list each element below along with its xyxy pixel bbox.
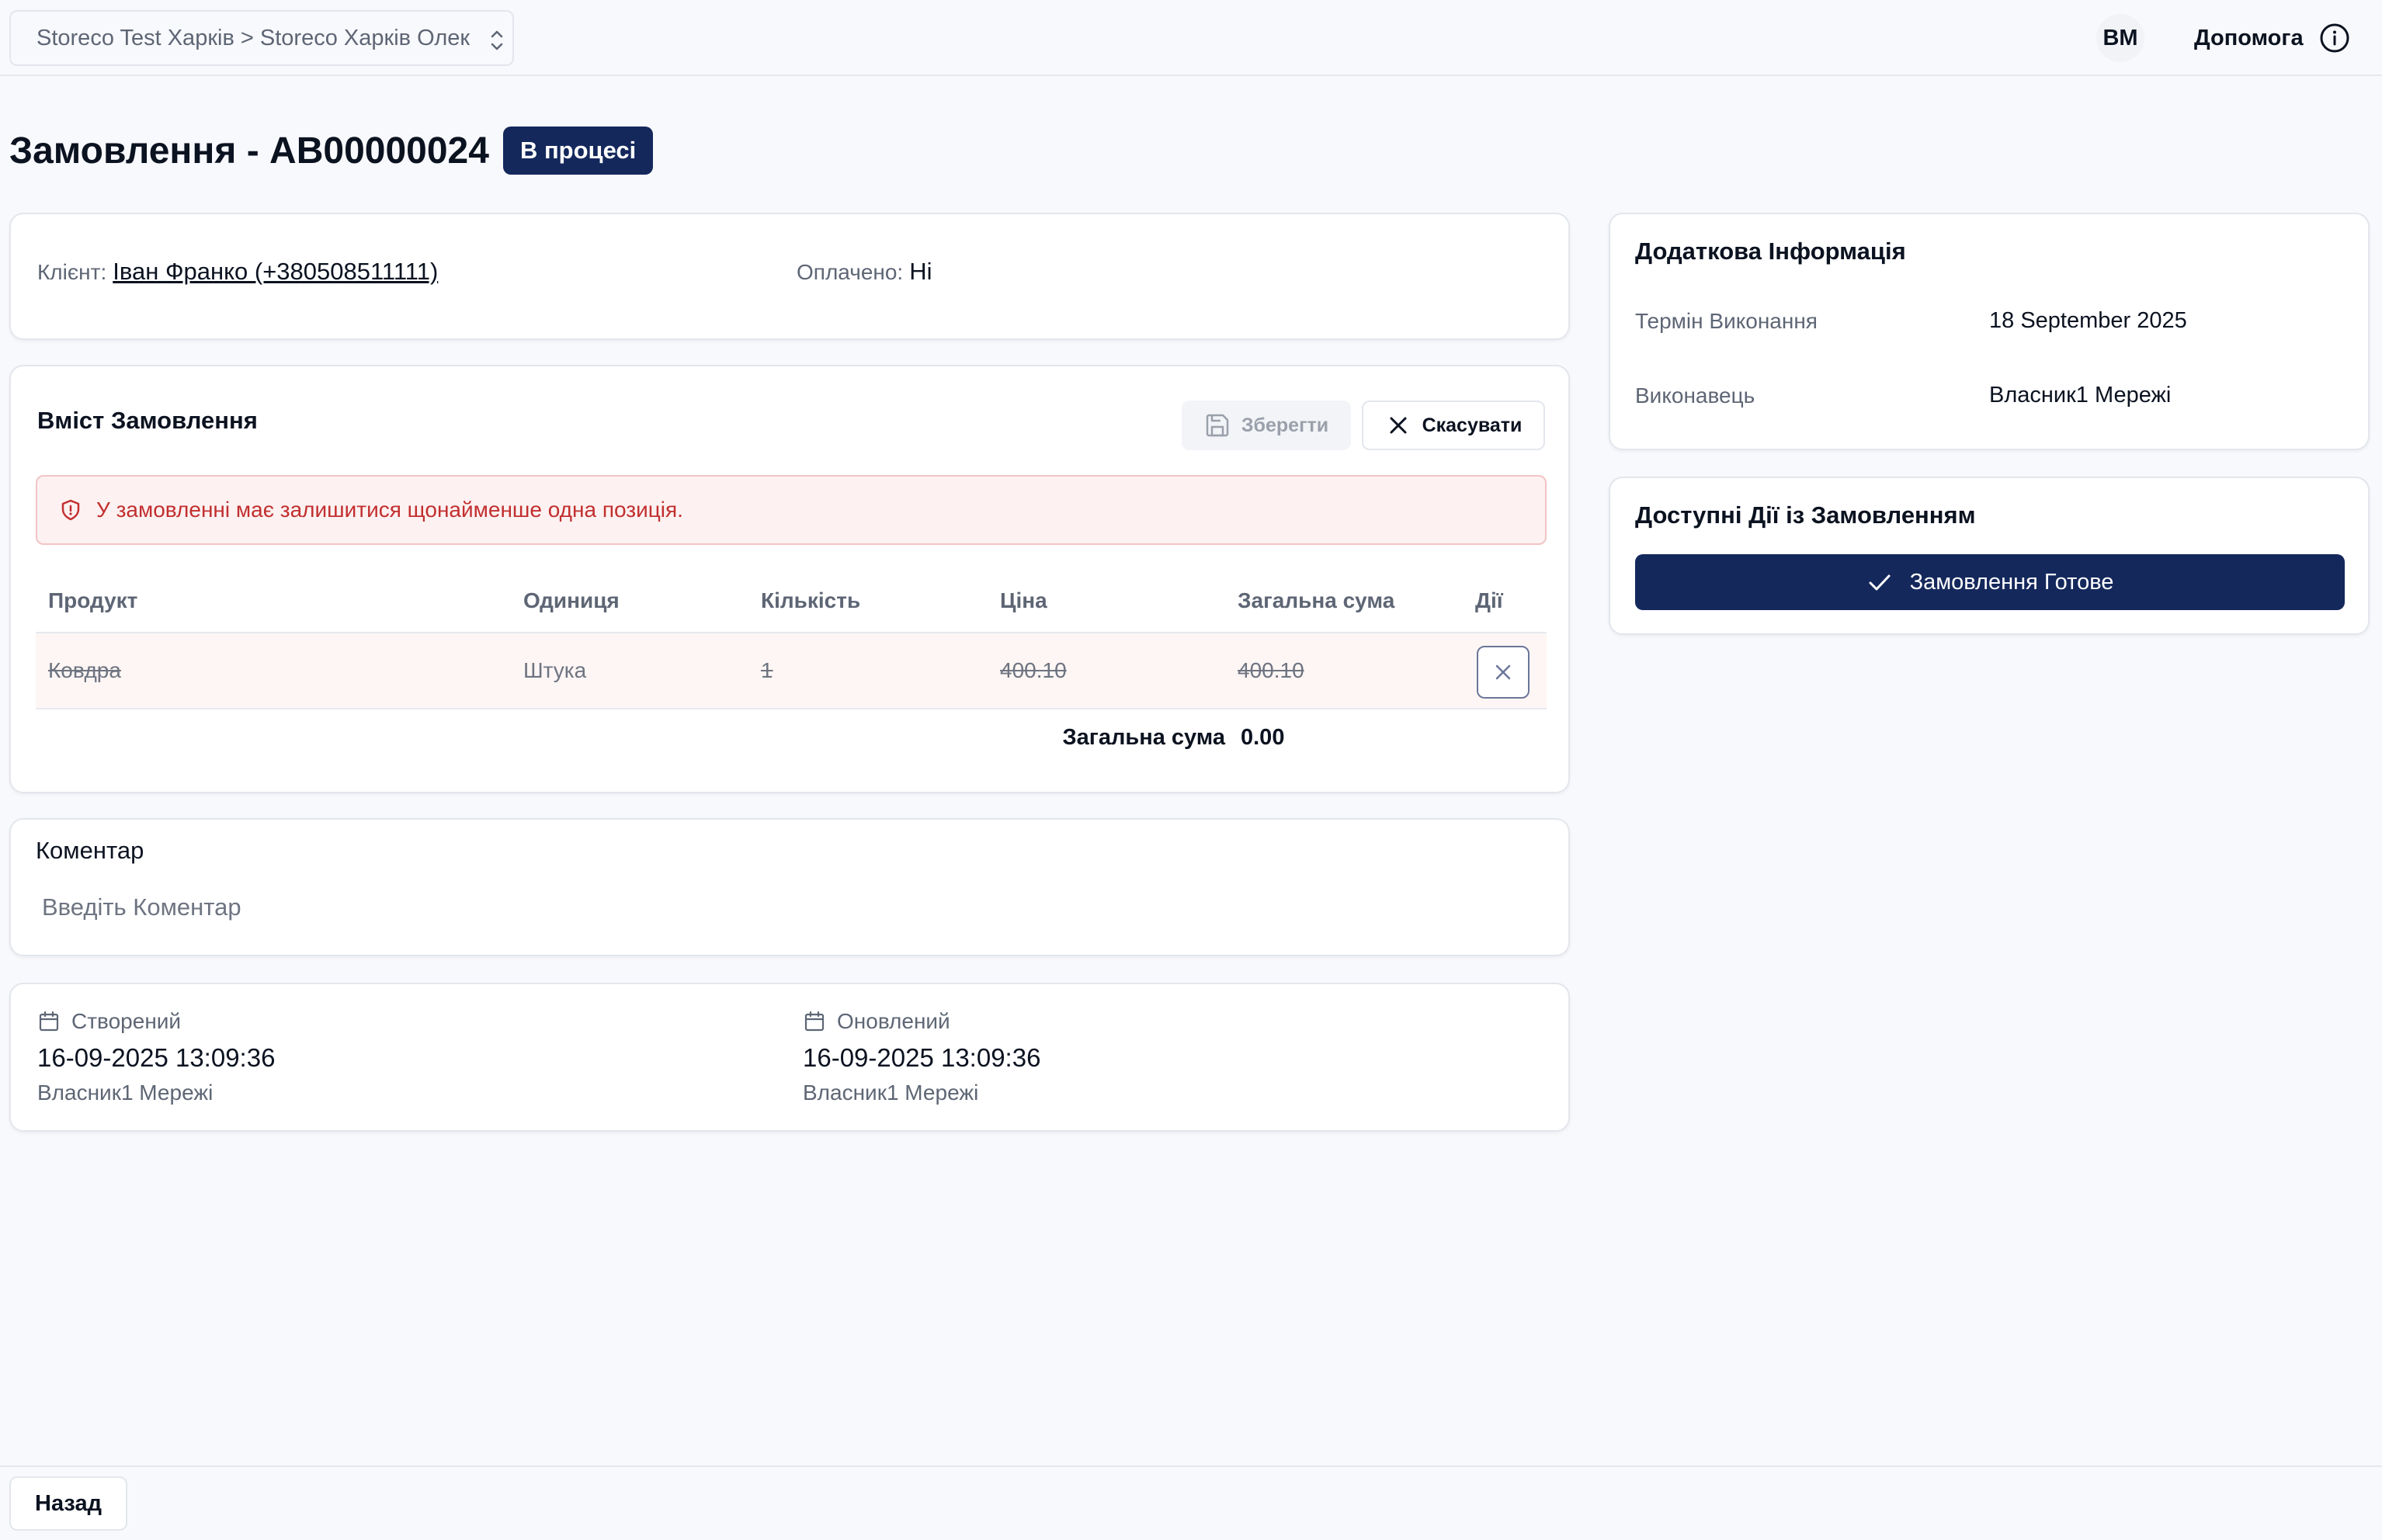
paid-label: Оплачено: xyxy=(797,260,904,284)
status-badge: В процесі xyxy=(502,127,654,175)
cancel-label: Скасувати xyxy=(1422,414,1523,436)
row-product: Ковдра xyxy=(48,658,121,682)
column-header-price: Ціна xyxy=(1000,588,1047,612)
order-content-card: Вміст Замовлення Зберегти Скасувати У за… xyxy=(9,365,1570,793)
info-icon xyxy=(2320,23,2349,53)
deadline-label: Термін Виконання xyxy=(1635,309,1818,333)
shield-alert-icon xyxy=(61,499,80,521)
order-ready-label: Замовлення Готове xyxy=(1909,569,2114,595)
column-header-unit: Одиниця xyxy=(523,588,620,612)
footer-divider xyxy=(0,1465,2382,1467)
order-total-label: Загальна сума xyxy=(1062,725,1225,750)
order-total-value: 0.00 xyxy=(1241,725,1285,750)
close-icon xyxy=(1390,417,1407,434)
save-label: Зберегти xyxy=(1241,414,1329,436)
created-by: Власник1 Мережі xyxy=(37,1080,214,1105)
top-bar: Storeco Test Харків > Storeco Харків Оле… xyxy=(0,0,2382,76)
dates-card: Створений 16-09-2025 13:09:36 Власник1 М… xyxy=(9,983,1570,1132)
help-label: Допомога xyxy=(2194,25,2304,50)
close-icon xyxy=(1495,664,1511,680)
updated-label: Оновлений xyxy=(837,1009,950,1033)
user-avatar[interactable]: ВМ xyxy=(2096,14,2144,62)
calendar-icon xyxy=(804,1011,825,1032)
row-price: 400.10 xyxy=(1000,658,1067,682)
updated-value: 16-09-2025 13:09:36 xyxy=(803,1043,1041,1072)
column-header-quantity: Кількість xyxy=(761,588,861,612)
alert-text: У замовленні має залишитися щонайменше о… xyxy=(96,498,683,522)
order-actions-card: Доступні Дії із Замовленням Замовлення Г… xyxy=(1609,477,2370,635)
row-quantity: 1 xyxy=(761,658,773,682)
column-header-total: Загальна сума xyxy=(1238,588,1395,612)
save-button[interactable]: Зберегти xyxy=(1182,401,1351,450)
order-ready-button[interactable]: Замовлення Готове xyxy=(1635,554,2345,610)
avatar-initials: ВМ xyxy=(2102,25,2138,50)
chevron-up-down-icon xyxy=(491,30,503,50)
additional-info-title: Додаткова Інформація xyxy=(1635,238,1906,265)
paid-value: Ні xyxy=(909,258,932,285)
updated-block: Оновлений 16-09-2025 13:09:36 Власник1 М… xyxy=(803,1009,1040,1105)
comment-input[interactable] xyxy=(42,888,1540,927)
column-header-actions: Дії xyxy=(1475,588,1503,612)
page-title: Замовлення - AB00000024 xyxy=(9,130,489,172)
save-icon xyxy=(1206,414,1229,437)
client-label: Клієнт: xyxy=(37,260,107,284)
paid-field: Оплачено: Ні xyxy=(797,258,932,286)
executor-label: Виконавець xyxy=(1635,383,1755,408)
store-selector[interactable]: Storeco Test Харків > Storeco Харків Оле… xyxy=(9,10,514,66)
row-total: 400.10 xyxy=(1238,658,1304,682)
title-row: Замовлення - AB00000024 В процесі xyxy=(9,126,654,175)
back-label: Назад xyxy=(35,1490,102,1516)
additional-info-card: Додаткова Інформація Термін Виконання 18… xyxy=(1609,213,2370,450)
created-block: Створений 16-09-2025 13:09:36 Власник1 М… xyxy=(37,1009,275,1105)
row-unit: Штука xyxy=(523,658,587,682)
calendar-icon xyxy=(39,1011,59,1032)
client-field: Клієнт: Іван Франко (+380508511111) xyxy=(37,258,438,286)
back-button[interactable]: Назад xyxy=(9,1476,127,1531)
deadline-value: 18 September 2025 xyxy=(1989,308,2187,333)
client-card: Клієнт: Іван Франко (+380508511111) Опла… xyxy=(9,213,1570,340)
created-label-row: Створений xyxy=(37,1009,275,1034)
column-header-product: Продукт xyxy=(48,588,138,612)
created-label: Створений xyxy=(71,1009,182,1033)
store-selector-label: Storeco Test Харків > Storeco Харків Оле… xyxy=(36,25,470,50)
cancel-button[interactable]: Скасувати xyxy=(1362,401,1545,450)
order-content-title: Вміст Замовлення xyxy=(37,407,258,434)
updated-by: Власник1 Мережі xyxy=(803,1080,979,1105)
table-row xyxy=(36,633,1547,708)
client-link[interactable]: Іван Франко (+380508511111) xyxy=(113,258,438,286)
table-row-divider xyxy=(36,708,1547,709)
validation-alert: У замовленні має залишитися щонайменше о… xyxy=(36,475,1547,545)
executor-value: Власник1 Мережі xyxy=(1989,383,2172,408)
remove-item-button[interactable] xyxy=(1477,646,1530,699)
help-link[interactable]: Допомога xyxy=(2194,17,2350,59)
created-value: 16-09-2025 13:09:36 xyxy=(37,1043,276,1072)
check-icon xyxy=(1869,574,1891,591)
order-actions-title: Доступні Дії із Замовленням xyxy=(1635,501,1976,529)
comment-card: Коментар xyxy=(9,818,1570,956)
updated-label-row: Оновлений xyxy=(803,1009,1040,1034)
comment-title: Коментар xyxy=(36,837,144,864)
